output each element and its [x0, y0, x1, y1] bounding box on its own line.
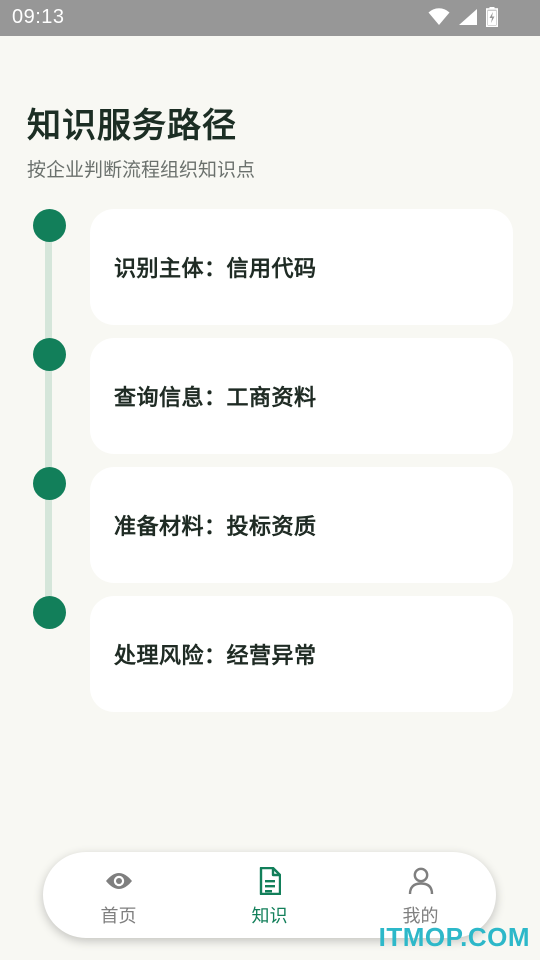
document-icon: [255, 866, 285, 896]
timeline-dot: [33, 338, 66, 371]
timeline-dot: [33, 596, 66, 629]
timeline-dot: [33, 209, 66, 242]
nav-item-knowledge[interactable]: 知识: [194, 852, 345, 938]
watermark: ITMOP.COM: [378, 922, 530, 952]
cellular-signal-icon: [458, 8, 478, 26]
timeline-line: [45, 225, 52, 613]
step-card-query-info[interactable]: 查询信息：工商资料: [90, 338, 513, 454]
step-label: 识别主体：信用代码: [114, 257, 317, 282]
page-title: 知识服务路径: [27, 106, 237, 146]
battery-charging-icon: [486, 7, 498, 27]
step-card-prepare-materials[interactable]: 准备材料：投标资质: [90, 467, 513, 583]
nav-label: 首页: [100, 906, 137, 927]
timeline-dot: [33, 467, 66, 500]
eye-icon: [104, 866, 134, 896]
page-subtitle: 按企业判断流程组织知识点: [27, 159, 256, 181]
nav-label: 知识: [251, 906, 288, 927]
status-time: 09:13: [12, 6, 65, 28]
step-label: 准备材料：投标资质: [114, 515, 317, 540]
wifi-icon: [428, 8, 450, 26]
status-bar: 09:13: [0, 0, 540, 36]
status-icons: [428, 7, 498, 27]
step-label: 查询信息：工商资料: [114, 386, 317, 411]
step-label: 处理风险：经营异常: [114, 644, 317, 669]
user-icon: [406, 866, 436, 896]
nav-item-home[interactable]: 首页: [43, 852, 194, 938]
step-card-handle-risk[interactable]: 处理风险：经营异常: [90, 596, 513, 712]
step-card-identify-entity[interactable]: 识别主体：信用代码: [90, 209, 513, 325]
